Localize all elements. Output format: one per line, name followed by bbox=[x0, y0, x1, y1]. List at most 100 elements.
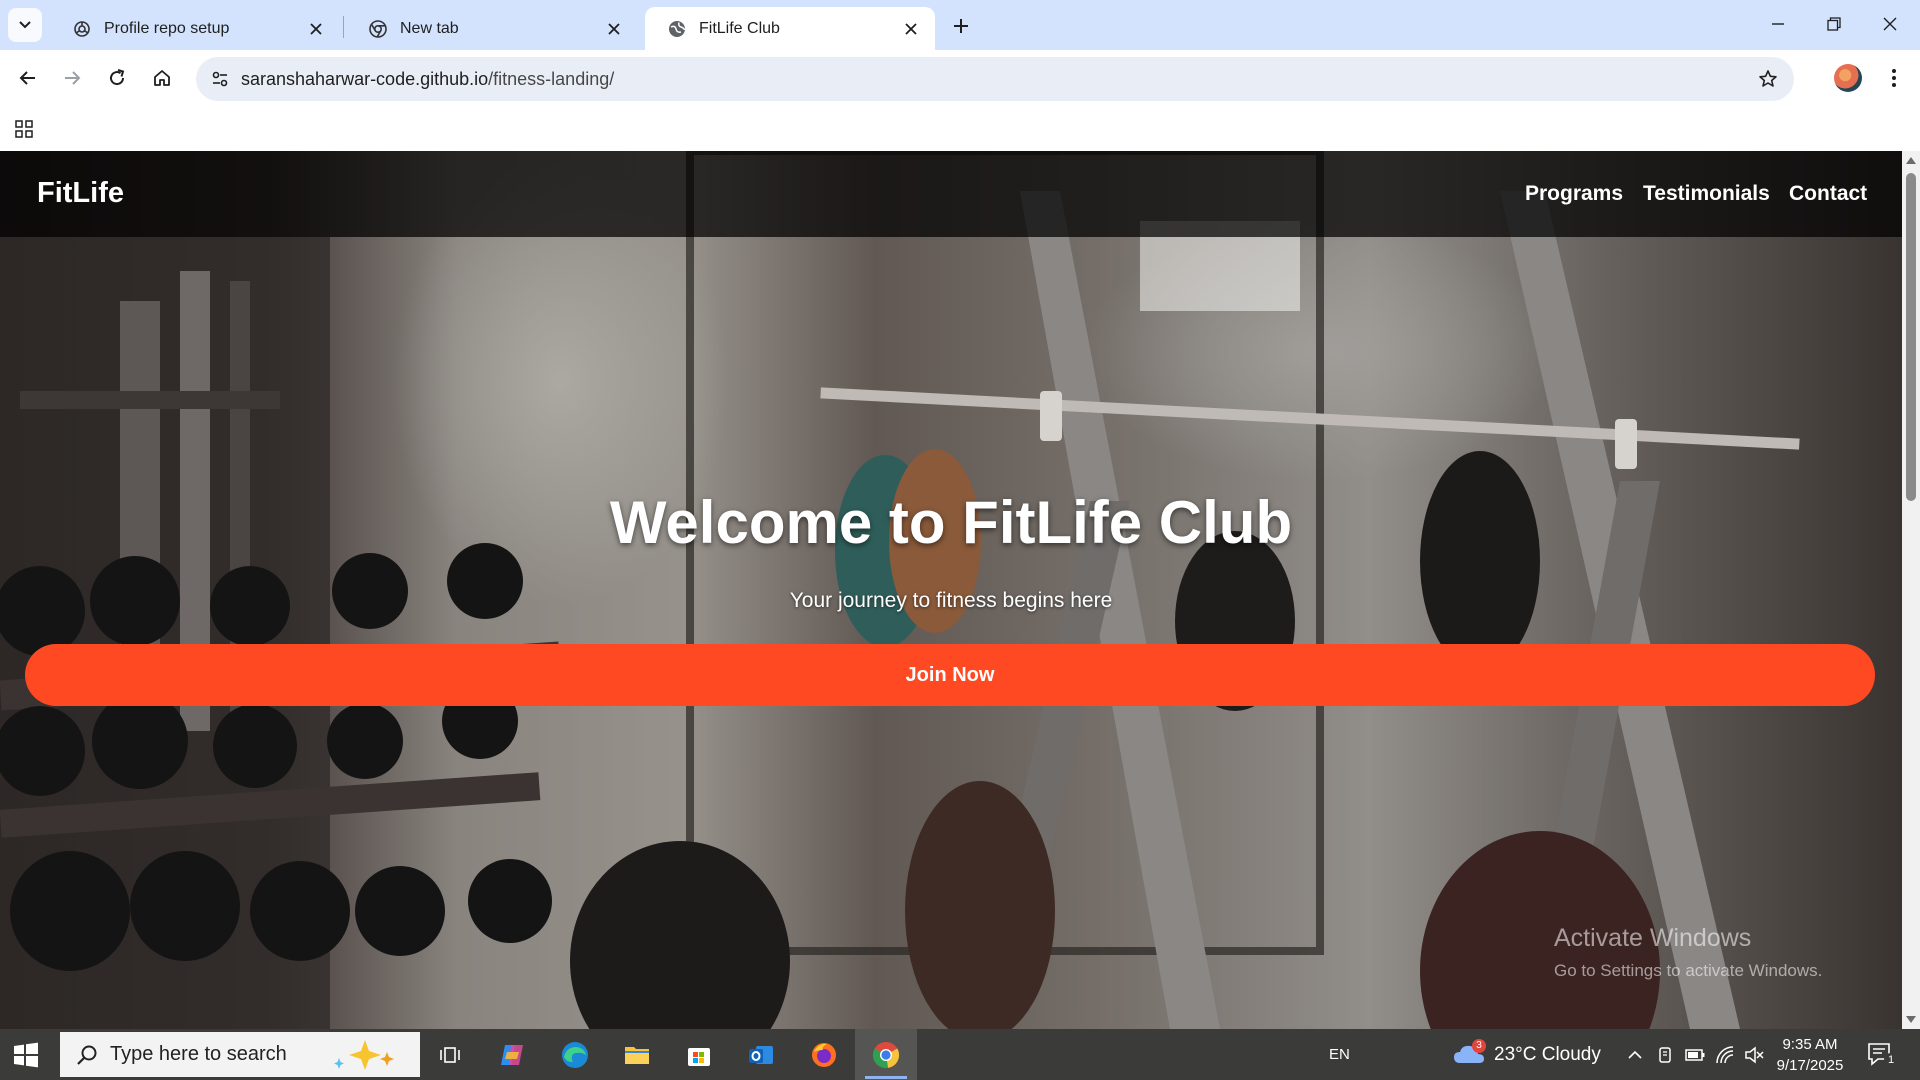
copilot-icon bbox=[501, 1045, 523, 1065]
apps-button[interactable] bbox=[10, 115, 38, 143]
tab-new-tab[interactable]: New tab bbox=[346, 7, 638, 50]
microsoft-store-button[interactable] bbox=[681, 1037, 717, 1073]
file-explorer-button[interactable] bbox=[619, 1037, 655, 1073]
browser-menu-button[interactable] bbox=[1876, 58, 1912, 98]
clock-time: 9:35 AM bbox=[1782, 1036, 1838, 1053]
home-button[interactable] bbox=[142, 58, 182, 98]
weather-alert-badge: 3 bbox=[1472, 1039, 1486, 1053]
restore-button[interactable] bbox=[1806, 0, 1862, 48]
chrome-button[interactable] bbox=[868, 1037, 904, 1073]
activate-windows-watermark: Activate Windows Go to Settings to activ… bbox=[1554, 924, 1822, 981]
network-status[interactable] bbox=[1714, 1044, 1736, 1066]
site-logo[interactable]: FitLife bbox=[37, 177, 124, 210]
tab-title: New tab bbox=[400, 19, 459, 37]
windows-taskbar: Type here to search EN 3 23°C Cloudy 9:3… bbox=[0, 1029, 1920, 1080]
forward-button[interactable] bbox=[52, 58, 92, 98]
site-info-button[interactable] bbox=[204, 63, 236, 95]
weather-widget[interactable]: 3 23°C Cloudy bbox=[1452, 1039, 1632, 1071]
address-bar[interactable]: saranshaharwar-code.github.io/fitness-la… bbox=[196, 57, 1794, 101]
firefox-icon bbox=[812, 1043, 836, 1067]
windows-logo-icon bbox=[14, 1042, 38, 1068]
chrome-icon bbox=[368, 19, 388, 39]
join-now-button[interactable]: Join Now bbox=[25, 644, 1875, 706]
notification-center-button[interactable]: 1 bbox=[1866, 1041, 1898, 1069]
volume-control[interactable] bbox=[1743, 1044, 1765, 1066]
file-explorer-icon bbox=[625, 1047, 649, 1064]
close-icon bbox=[1883, 17, 1897, 31]
browser-toolbar: saranshaharwar-code.github.io/fitness-la… bbox=[0, 50, 1920, 108]
watermark-subtitle: Go to Settings to activate Windows. bbox=[1554, 961, 1823, 980]
outlook-icon bbox=[749, 1046, 773, 1064]
scroll-up-arrow-icon[interactable] bbox=[1906, 156, 1916, 164]
url-path: /fitness-landing/ bbox=[488, 69, 615, 89]
globe-icon bbox=[667, 19, 687, 39]
battery-icon bbox=[1685, 1049, 1705, 1061]
notification-count: 1 bbox=[1884, 1053, 1898, 1067]
openai-icon bbox=[72, 19, 92, 39]
search-icon bbox=[77, 1045, 97, 1065]
edge-button[interactable] bbox=[557, 1037, 593, 1073]
close-tab-icon[interactable] bbox=[899, 17, 923, 41]
tab-title: FitLife Club bbox=[699, 19, 780, 37]
taskbar-search-box[interactable]: Type here to search bbox=[60, 1032, 420, 1077]
scroll-down-arrow-icon[interactable] bbox=[1906, 1016, 1916, 1024]
close-tab-icon[interactable] bbox=[304, 17, 328, 41]
chevron-down-icon bbox=[19, 21, 31, 29]
nav-link-testimonials[interactable]: Testimonials bbox=[1643, 182, 1770, 206]
close-tab-icon[interactable] bbox=[602, 17, 626, 41]
minimize-icon bbox=[1772, 23, 1784, 25]
hero-title: Welcome to FitLife Club bbox=[609, 489, 1293, 556]
reload-button[interactable] bbox=[97, 58, 137, 98]
tab-search-button[interactable] bbox=[8, 8, 42, 42]
new-tab-button[interactable] bbox=[946, 11, 976, 41]
copilot-button[interactable] bbox=[494, 1037, 530, 1073]
reload-icon bbox=[110, 69, 125, 86]
watermark-title: Activate Windows bbox=[1554, 924, 1752, 952]
taskbar-clock[interactable]: 9:35 AM 9/17/2025 bbox=[1770, 1034, 1850, 1076]
arrow-right-icon bbox=[65, 71, 81, 85]
microsoft-store-icon bbox=[688, 1048, 710, 1066]
tab-title: Profile repo setup bbox=[104, 19, 230, 37]
show-hidden-icons-button[interactable] bbox=[1624, 1044, 1646, 1066]
task-view-icon bbox=[440, 1047, 460, 1063]
clock-date: 9/17/2025 bbox=[1776, 1057, 1844, 1074]
tab-strip: Profile repo setup New tab FitLife Club bbox=[0, 0, 1920, 50]
sparkle-highlight-icon bbox=[334, 1040, 394, 1070]
page-viewport: FitLife Programs Testimonials Contact We… bbox=[0, 151, 1902, 1029]
device-icon bbox=[1659, 1047, 1671, 1063]
nav-link-programs[interactable]: Programs bbox=[1525, 182, 1623, 206]
start-button[interactable] bbox=[12, 1041, 40, 1069]
chevron-up-icon bbox=[1628, 1050, 1642, 1059]
tab-fitlife-club[interactable]: FitLife Club bbox=[645, 7, 935, 50]
hero-subtitle: Your journey to fitness begins here bbox=[789, 589, 1113, 612]
home-icon bbox=[154, 70, 170, 86]
back-button[interactable] bbox=[8, 58, 48, 98]
input-language[interactable]: EN bbox=[1329, 1046, 1350, 1063]
outlook-button[interactable] bbox=[743, 1037, 779, 1073]
task-view-button[interactable] bbox=[432, 1037, 468, 1073]
arrow-left-icon bbox=[19, 71, 35, 85]
meet-now-button[interactable] bbox=[1654, 1044, 1676, 1066]
battery-status[interactable] bbox=[1684, 1044, 1706, 1066]
apps-grid-icon bbox=[15, 120, 33, 138]
restore-icon bbox=[1827, 17, 1841, 31]
nav-link-contact[interactable]: Contact bbox=[1789, 182, 1867, 206]
close-window-button[interactable] bbox=[1862, 0, 1918, 48]
star-icon bbox=[1759, 70, 1777, 87]
scrollbar-thumb[interactable] bbox=[1906, 173, 1916, 501]
page-scrollbar[interactable] bbox=[1902, 151, 1920, 1029]
site-navbar: FitLife Programs Testimonials Contact bbox=[0, 151, 1902, 237]
minimize-button[interactable] bbox=[1750, 0, 1806, 48]
firefox-button[interactable] bbox=[806, 1037, 842, 1073]
search-placeholder: Type here to search bbox=[110, 1043, 287, 1065]
tab-profile-repo-setup[interactable]: Profile repo setup bbox=[50, 7, 340, 50]
url-text[interactable]: saranshaharwar-code.github.io/fitness-la… bbox=[241, 69, 614, 90]
bookmark-star-button[interactable] bbox=[1752, 63, 1784, 95]
volume-muted-icon bbox=[1745, 1046, 1764, 1064]
weather-text: 23°C Cloudy bbox=[1494, 1044, 1601, 1065]
url-host: saranshaharwar-code.github.io bbox=[241, 69, 489, 89]
bookmarks-bar bbox=[0, 108, 1920, 151]
profile-avatar[interactable] bbox=[1834, 64, 1862, 92]
chrome-icon bbox=[872, 1042, 900, 1069]
tune-icon bbox=[212, 71, 228, 87]
